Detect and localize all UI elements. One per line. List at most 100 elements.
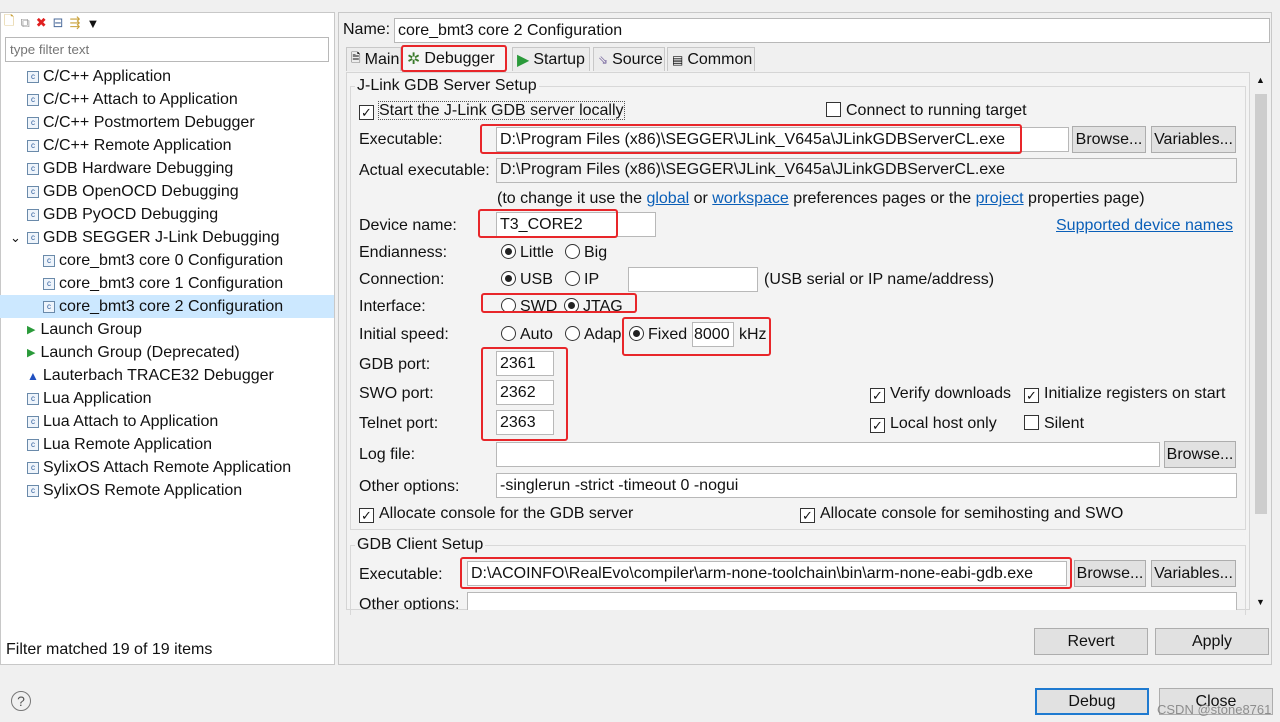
device-name-input[interactable] (496, 212, 656, 237)
workspace-link[interactable]: workspace (712, 190, 788, 207)
tree-item[interactable]: c Lua Remote Application (0, 433, 334, 456)
project-link[interactable]: project (976, 190, 1024, 207)
tree-item[interactable]: ⌄ c GDB SEGGER J-Link Debugging (0, 226, 334, 249)
server-executable-input[interactable] (496, 127, 1069, 152)
tree-item[interactable]: c C/C++ Postmortem Debugger (0, 111, 334, 134)
tree-item-label: C/C++ Attach to Application (43, 90, 238, 108)
duplicate-icon[interactable]: ⧉ (20, 15, 29, 31)
filter-input[interactable] (5, 37, 329, 62)
checkbox-label: Start the J-Link GDB server locally (378, 101, 625, 120)
tree-item-label: core_bmt3 core 2 Configuration (59, 297, 284, 315)
init-registers-checkbox[interactable]: ✓ Initialize registers on start (1024, 385, 1225, 403)
jtag-radio[interactable]: JTAG (564, 298, 623, 316)
tab-startup[interactable]: ▶ Startup (512, 47, 590, 71)
tree-item[interactable]: c GDB PyOCD Debugging (0, 203, 334, 226)
view-menu-icon[interactable]: ▼ (86, 16, 99, 31)
tab-debugger[interactable]: ✲ Debugger (402, 45, 506, 72)
tree-item[interactable]: c core_bmt3 core 2 Configuration (0, 295, 334, 318)
launch-group-icon: ▶ (27, 347, 36, 359)
actual-executable-label: Actual executable: (359, 162, 490, 179)
start-locally-checkbox[interactable]: ✓ Start the J-Link GDB server locally (359, 101, 625, 120)
tree-item[interactable]: c core_bmt3 core 0 Configuration (0, 249, 334, 272)
tree-item-label: C/C++ Postmortem Debugger (43, 113, 255, 131)
new-config-icon[interactable]: 🗋 (4, 12, 14, 34)
tree-item[interactable]: c C/C++ Remote Application (0, 134, 334, 157)
swd-radio[interactable]: SWD (501, 298, 557, 316)
tree-item[interactable]: c C/C++ Application (0, 65, 334, 88)
tree-item[interactable]: c GDB OpenOCD Debugging (0, 180, 334, 203)
change-hint: (to change it use the global or workspac… (497, 190, 1145, 207)
connection-address-input[interactable] (628, 267, 758, 292)
scroll-up-icon[interactable]: ▲ (1256, 75, 1265, 85)
client-browse-button[interactable]: Browse... (1074, 560, 1146, 587)
telnet-port-input[interactable] (496, 410, 554, 435)
revert-button[interactable]: Revert (1034, 628, 1148, 655)
config-type-icon: c (43, 277, 55, 290)
auto-speed-radio[interactable]: Auto (501, 326, 553, 344)
checkbox-checked[interactable]: ✓ (359, 105, 374, 120)
silent-checkbox[interactable]: Silent (1024, 415, 1084, 433)
tree-item[interactable]: c C/C++ Attach to Application (0, 88, 334, 111)
usb-radio[interactable]: USB (501, 271, 553, 289)
tree-item[interactable]: c SylixOS Remote Application (0, 479, 334, 502)
supported-devices-link[interactable]: Supported device names (1056, 217, 1233, 235)
checkbox-unchecked[interactable] (826, 102, 841, 117)
config-tree: c C/C++ Application c C/C++ Attach to Appli… (0, 65, 334, 502)
filter-icon[interactable]: ⇶ (70, 15, 81, 31)
actual-executable-field: D:\Program Files (x86)\SEGGER\JLink_V645… (496, 158, 1237, 183)
client-executable-input[interactable] (467, 561, 1067, 586)
name-input[interactable] (394, 18, 1270, 43)
tree-item[interactable]: c core_bmt3 core 1 Configuration (0, 272, 334, 295)
log-file-input[interactable] (496, 442, 1160, 467)
fixed-speed-radio[interactable]: Fixed (629, 326, 687, 344)
tree-item[interactable]: c GDB Hardware Debugging (0, 157, 334, 180)
tree-item[interactable]: ▲ Lauterbach TRACE32 Debugger (0, 364, 334, 387)
delete-icon[interactable]: ✖ (36, 15, 47, 31)
global-link[interactable]: global (646, 190, 689, 207)
client-other-options-input[interactable] (467, 592, 1237, 610)
tree-item-label: core_bmt3 core 1 Configuration (59, 274, 284, 292)
gdb-port-input[interactable] (496, 351, 554, 376)
speed-input[interactable] (692, 322, 734, 347)
little-endian-radio[interactable]: Little (501, 244, 554, 262)
config-type-icon: c (27, 208, 39, 221)
tree-item-label: Lua Remote Application (43, 435, 212, 453)
tree-item[interactable]: ▶ Launch Group (0, 318, 334, 341)
verify-downloads-checkbox[interactable]: ✓ Verify downloads (870, 385, 1011, 403)
adaptive-speed-radio[interactable]: Adap (565, 326, 621, 344)
swo-port-input[interactable] (496, 380, 554, 405)
server-other-options-input[interactable] (496, 473, 1237, 498)
other-options-label: Other options: (359, 478, 460, 495)
tab-common[interactable]: ▤ Common (667, 47, 755, 71)
common-icon: ▤ (672, 52, 684, 67)
server-variables-button[interactable]: Variables... (1151, 126, 1236, 153)
tree-item[interactable]: c Lua Attach to Application (0, 410, 334, 433)
collapse-all-icon[interactable]: ⊟ (53, 15, 64, 31)
main-icon: 🗎 (351, 51, 361, 65)
connect-running-checkbox[interactable]: Connect to running target (826, 102, 1027, 120)
big-endian-radio[interactable]: Big (565, 244, 607, 262)
scroll-down-icon[interactable]: ▼ (1256, 597, 1265, 607)
tree-item-label: Lua Application (43, 389, 152, 407)
apply-button[interactable]: Apply (1155, 628, 1269, 655)
tree-item[interactable]: c SylixOS Attach Remote Application (0, 456, 334, 479)
log-browse-button[interactable]: Browse... (1164, 441, 1236, 468)
expand-chevron-icon[interactable]: ⌄ (10, 230, 27, 246)
vertical-scrollbar[interactable]: ▲ ▼ (1252, 72, 1270, 610)
config-type-icon: c (27, 231, 39, 244)
alloc-server-console-checkbox[interactable]: ✓ Allocate console for the GDB server (359, 505, 633, 523)
tree-item-label: Launch Group (40, 320, 142, 338)
tab-source[interactable]: ⇘ Source (593, 47, 665, 71)
help-icon[interactable]: ? (11, 691, 31, 711)
ip-radio[interactable]: IP (565, 271, 599, 289)
debug-button[interactable]: Debug (1035, 688, 1149, 715)
alloc-semihosting-console-checkbox[interactable]: ✓ Allocate console for semihosting and SW… (800, 505, 1123, 523)
tree-item[interactable]: ▶ Launch Group (Deprecated) (0, 341, 334, 364)
local-host-only-checkbox[interactable]: ✓ Local host only (870, 415, 997, 433)
scrollbar-thumb[interactable] (1255, 94, 1267, 514)
server-browse-button[interactable]: Browse... (1072, 126, 1146, 153)
tab-main[interactable]: 🗎 Main (346, 47, 401, 71)
tree-item[interactable]: c Lua Application (0, 387, 334, 410)
client-variables-button[interactable]: Variables... (1151, 560, 1236, 587)
startup-play-icon: ▶ (517, 51, 530, 69)
